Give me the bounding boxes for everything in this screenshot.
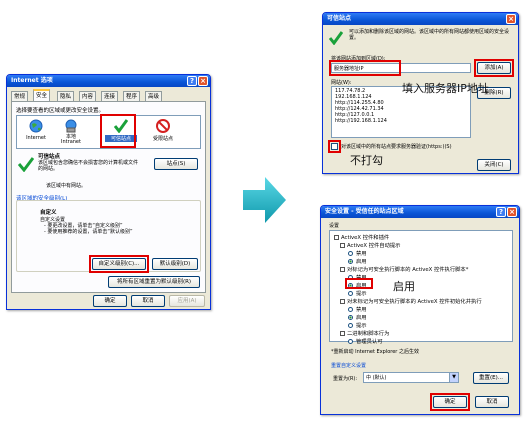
cancel-button[interactable]: 取消 bbox=[131, 295, 165, 307]
globe-icon bbox=[29, 119, 43, 133]
default-level-button[interactable]: 默认级别(D) bbox=[152, 258, 198, 270]
security-close-x-button[interactable]: × bbox=[507, 207, 517, 217]
security-settings-titlebar: 安全设置 - 受信任的站点区域 ? × bbox=[321, 206, 519, 218]
tab-connections[interactable]: 连接 bbox=[101, 91, 119, 101]
reset-heading: 重置自定义设置 bbox=[331, 363, 367, 369]
ok-button[interactable]: 确定 bbox=[93, 295, 127, 307]
security-help-button[interactable]: ? bbox=[496, 207, 506, 217]
trusted-dialog-title: 可信站点 bbox=[327, 15, 352, 22]
setting-icon bbox=[340, 267, 345, 272]
trusted-close-button[interactable]: 关闭(C) bbox=[477, 159, 511, 171]
reset-to-label: 重置为(R): bbox=[333, 376, 358, 382]
tree-option[interactable]: 管理员认可 bbox=[348, 337, 383, 345]
dialog-title: Internet 选项 bbox=[11, 77, 53, 84]
trusted-check-icon bbox=[18, 157, 34, 172]
tree-option[interactable]: 提示 bbox=[348, 321, 367, 329]
tree-setting: 对标记为可安全执行脚本的 ActiveX 控件执行脚本* bbox=[340, 265, 468, 273]
tab-general[interactable]: 常规 bbox=[11, 91, 29, 101]
setting-icon bbox=[340, 299, 345, 304]
radio-button[interactable] bbox=[348, 307, 353, 312]
chevron-down-icon: ▼ bbox=[449, 373, 458, 382]
custom-level-highlight bbox=[89, 255, 149, 273]
tab-advanced[interactable]: 高级 bbox=[145, 91, 163, 101]
settings-label: 设置 bbox=[329, 223, 340, 229]
zone-note: 该区域中有网站。 bbox=[46, 183, 87, 189]
internet-options-titlebar: Internet 选项 ? × bbox=[7, 75, 210, 87]
zone-heading: 可信站点 bbox=[38, 154, 61, 160]
https-checkbox-highlight bbox=[328, 140, 341, 153]
ok-button-highlight bbox=[430, 393, 470, 411]
help-button[interactable]: ? bbox=[187, 76, 197, 86]
radio-button[interactable] bbox=[348, 259, 353, 264]
security-settings-dialog: 安全设置 - 受信任的站点区域 ? × 设置 ActiveX 控件和插件 Act… bbox=[320, 205, 520, 415]
radio-button[interactable] bbox=[348, 251, 353, 256]
intranet-icon bbox=[65, 119, 77, 133]
setting-icon bbox=[340, 331, 345, 336]
trusted-zone-highlight bbox=[100, 114, 136, 148]
annotation-enable: 启用 bbox=[393, 280, 415, 293]
tree-option[interactable]: 启用 bbox=[348, 257, 367, 265]
sites-list-label: 网站(W): bbox=[331, 80, 352, 86]
annotation-no-check: 不打勾 bbox=[350, 154, 383, 167]
trusted-close-x-button[interactable]: × bbox=[506, 14, 516, 24]
reset-all-zones-button[interactable]: 将所有区域重置为默认级别(R) bbox=[108, 276, 200, 288]
reset-level-select[interactable]: 中 (默认) ▼ bbox=[363, 372, 459, 383]
radio-button[interactable] bbox=[348, 315, 353, 320]
custom-line-3: - 要使用推荐的设置，请单击“默认级别” bbox=[44, 229, 133, 235]
setting-icon bbox=[340, 243, 345, 248]
radio-button[interactable] bbox=[348, 323, 353, 328]
zone-intranet-label: 本地 Intranet bbox=[61, 134, 81, 145]
tab-programs[interactable]: 程序 bbox=[123, 91, 141, 101]
tree-setting: 对未标记为可安全执行脚本的 ActiveX 控件初始化并执行 bbox=[340, 297, 482, 305]
tree-setting: ActiveX 控件自动提示 bbox=[340, 241, 400, 249]
trusted-check-icon-top bbox=[329, 31, 343, 45]
tree-category: ActiveX 控件和插件 bbox=[334, 233, 389, 241]
close-button[interactable]: × bbox=[198, 76, 208, 86]
tree-option[interactable]: 提示 bbox=[348, 289, 367, 297]
tab-security[interactable]: 安全 bbox=[33, 89, 51, 101]
reset-button[interactable]: 重置(E)... bbox=[473, 372, 509, 384]
zone-restricted-sites[interactable]: 受限站点 bbox=[147, 119, 179, 142]
activex-icon bbox=[334, 235, 339, 240]
custom-heading: 自定义 bbox=[40, 210, 57, 216]
site-item[interactable]: http://192.168.1.124 bbox=[335, 118, 467, 124]
zone-restricted-label: 受限站点 bbox=[152, 136, 173, 142]
tree-option[interactable]: 禁用 bbox=[348, 249, 367, 257]
radio-button[interactable] bbox=[348, 291, 353, 296]
url-input-highlight bbox=[329, 60, 401, 76]
tab-content[interactable]: 内容 bbox=[79, 91, 97, 101]
trusted-info-text: 可以添加和删除该区域的网站。该区域中的所有网站都使用区域的安全设置。 bbox=[349, 29, 510, 41]
reset-level-select-value: 中 (默认) bbox=[366, 375, 387, 381]
trusted-sites-titlebar: 可信站点 × bbox=[323, 13, 518, 25]
https-checkbox-label: 对该区域中的所有站点要求服务器验证(https:)(S) bbox=[341, 144, 452, 150]
apply-button[interactable]: 应用(A) bbox=[169, 295, 205, 307]
arrow-right-icon bbox=[243, 177, 286, 223]
no-entry-icon bbox=[156, 119, 170, 133]
add-button-highlight bbox=[474, 59, 514, 77]
security-tab-panel: 选择要查看的区域或更改安全设置。 Internet 本地 Intranet 可信… bbox=[11, 101, 206, 293]
zone-local-intranet[interactable]: 本地 Intranet bbox=[55, 119, 87, 145]
enable-option-highlight bbox=[345, 278, 373, 289]
annotation-fill-ip: 填入服务器IP地址 bbox=[402, 82, 489, 95]
zone-internet-label: Internet bbox=[26, 135, 46, 141]
zone-internet[interactable]: Internet bbox=[21, 119, 51, 141]
radio-button[interactable] bbox=[348, 339, 353, 344]
tree-option[interactable]: 禁用 bbox=[348, 305, 367, 313]
tree-setting: 二进制和脚本行为 bbox=[340, 329, 389, 337]
tree-option[interactable]: 启用 bbox=[348, 313, 367, 321]
sites-button[interactable]: 站点(S) bbox=[154, 158, 198, 170]
security-dialog-title: 安全设置 - 受信任的站点区域 bbox=[325, 208, 404, 215]
tab-privacy[interactable]: 隐私 bbox=[57, 91, 75, 101]
internet-options-dialog: Internet 选项 ? × 常规 安全 隐私 内容 连接 程序 高级 选择要… bbox=[6, 74, 211, 310]
security-cancel-button[interactable]: 取消 bbox=[475, 396, 509, 408]
restart-note: *重新启动 Internet Explorer 之后生效 bbox=[331, 349, 419, 355]
zone-prompt: 选择要查看的区域或更改安全设置。 bbox=[16, 108, 105, 114]
zone-description: 该区域包含您确信不会损害您的计算机或文件的网站。 bbox=[38, 160, 139, 172]
